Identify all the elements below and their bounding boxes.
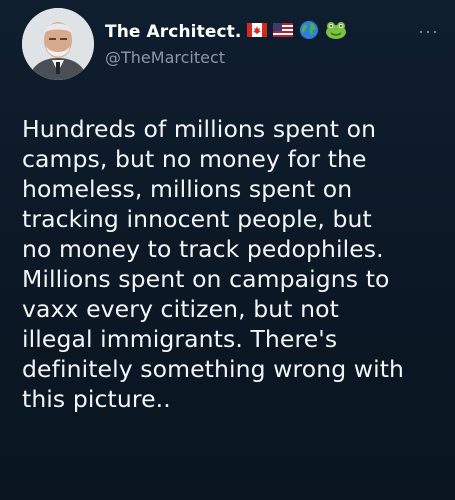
tweet-text-line: vaxx every citizen, but not: [22, 295, 339, 323]
author-handle[interactable]: @TheMarcitect: [105, 48, 403, 67]
tweet-text-line: definitely something wrong with: [22, 355, 405, 383]
tweet-text-line: illegal immigrants. There's: [22, 325, 338, 353]
tweet-card: The Architect. @TheMarcitect ··· Hundred…: [0, 0, 455, 500]
us-flag-icon: [273, 22, 294, 42]
tweet-text-line: Hundreds of millions spent on: [22, 115, 377, 143]
frog-icon: [325, 20, 347, 45]
more-options-icon[interactable]: ···: [418, 22, 439, 40]
tweet-header: The Architect. @TheMarcitect ···: [22, 8, 443, 80]
tweet-text-line: tracking innocent people, but: [22, 205, 372, 233]
tweet-text-line: camps, but no money for the: [22, 145, 367, 173]
tweet-text-line: homeless, millions spent on: [22, 175, 353, 203]
author-identity: The Architect. @TheMarcitect: [105, 20, 403, 67]
globe-icon: [299, 20, 319, 45]
tweet-text-line: no money to track pedophiles.: [22, 235, 384, 263]
author-name-row: The Architect.: [105, 20, 403, 44]
tweet-text-line: Millions spent on campaigns to: [22, 265, 390, 293]
avatar-portrait-icon: [22, 8, 94, 80]
canada-flag-icon: [247, 22, 268, 42]
avatar[interactable]: [22, 8, 94, 80]
tweet-text-line: this picture..: [22, 385, 171, 413]
tweet-text: Hundreds of millions spent on camps, but…: [22, 114, 442, 414]
author-display-name[interactable]: The Architect.: [105, 22, 241, 42]
